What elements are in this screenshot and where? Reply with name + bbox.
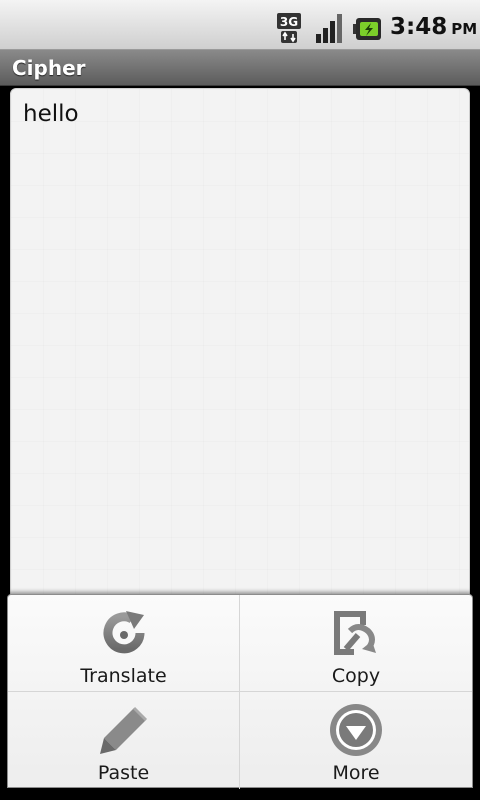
pencil-icon: [100, 706, 148, 754]
time-ampm: PM: [451, 20, 478, 38]
refresh-icon: [103, 611, 145, 654]
network-3g-icon: 3G: [277, 13, 301, 43]
network-type-label: 3G: [280, 15, 298, 29]
status-bar: 3G 3:48 PM: [0, 0, 480, 50]
status-time: 3:48 PM: [390, 14, 477, 46]
menu-item-label: Paste: [97, 762, 150, 784]
signal-icon: [316, 14, 342, 43]
menu-item-label: More: [332, 762, 380, 784]
more-icon: [330, 704, 382, 756]
app-title: Cipher: [12, 56, 86, 80]
text-input[interactable]: hello: [10, 88, 470, 608]
screen: 3G 3:48 PM Cipher hello Translate Copy P…: [0, 0, 480, 800]
menu-item-copy[interactable]: Copy: [240, 595, 472, 692]
title-bar: Cipher: [0, 50, 480, 86]
menu-item-translate[interactable]: Translate: [8, 595, 240, 692]
options-menu: Translate Copy Paste More: [7, 594, 473, 789]
battery-charging-icon: [353, 18, 381, 40]
time-value: 3:48: [390, 14, 448, 40]
menu-item-label: Translate: [80, 665, 167, 687]
menu-item-label: Copy: [331, 665, 381, 687]
text-input-value: hello: [23, 101, 79, 127]
copy-icon: [334, 611, 376, 655]
menu-item-more[interactable]: More: [240, 692, 472, 789]
menu-item-paste[interactable]: Paste: [8, 692, 240, 789]
